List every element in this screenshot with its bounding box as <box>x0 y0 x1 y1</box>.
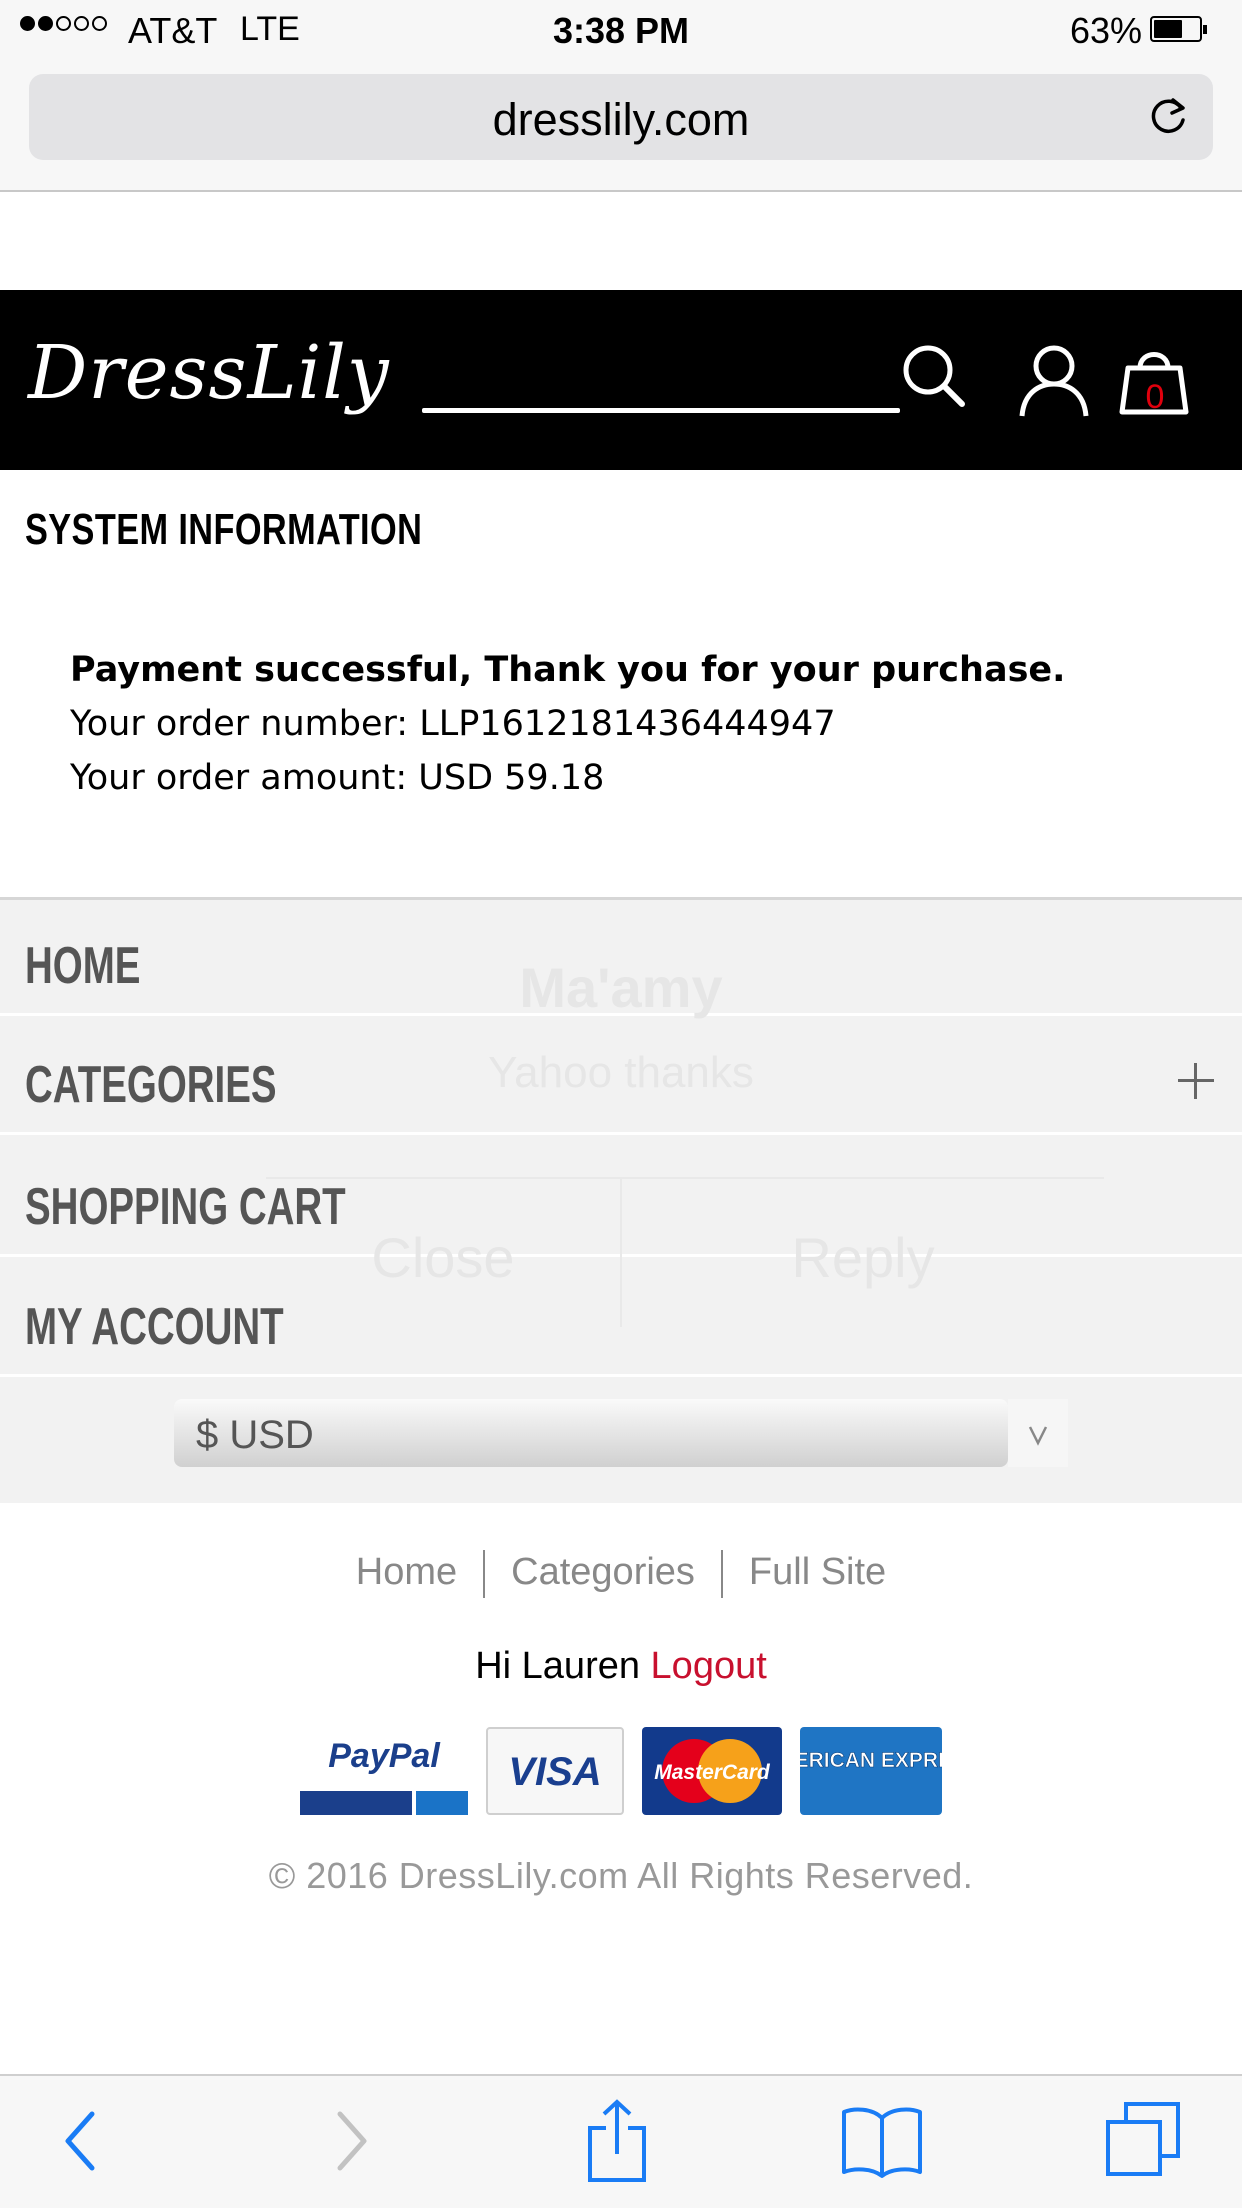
battery-icon <box>1150 16 1207 42</box>
status-time: 3:38 PM <box>552 10 690 51</box>
bookmarks-icon[interactable] <box>840 2104 924 2180</box>
status-bar: AT&T LTE 3:38 PM 63% <box>0 0 1242 64</box>
footer-link-full-site[interactable]: Full Site <box>749 1551 886 1593</box>
visa-logo: VISA <box>486 1727 624 1815</box>
page-title: SYSTEM INFORMATION <box>25 505 423 554</box>
footer-link-home[interactable]: Home <box>356 1551 457 1593</box>
ghost-alert-title: Ma'amy <box>519 956 723 1019</box>
site-logo[interactable]: DressLily <box>28 330 390 416</box>
footer-link-categories[interactable]: Categories <box>511 1551 695 1593</box>
ghost-alert-message: Yahoo thanks <box>488 1048 754 1097</box>
nav-menu: HOME CATEGORIES SHOPPING CART MY ACCOUNT… <box>0 897 1242 1503</box>
currency-select[interactable]: $ USD <box>174 1399 1008 1467</box>
order-amount: Your order amount: USD 59.18 <box>70 758 605 798</box>
site-header: DressLily 0 <box>0 290 1242 470</box>
back-icon[interactable] <box>56 2106 106 2176</box>
battery-percent: 63% <box>1069 10 1142 51</box>
currency-area: $ USD <box>0 1384 1242 1487</box>
paypal-logo-text: PayPal <box>328 1737 441 1775</box>
browser-toolbar <box>0 2074 1242 2208</box>
currency-value: $ USD <box>196 1413 314 1457</box>
footer-links: Home Categories Full Site <box>0 1550 1242 1598</box>
visa-logo-text: VISA <box>508 1750 601 1794</box>
url-text: dresslily.com <box>492 94 750 145</box>
chevron-down-icon <box>1028 1426 1048 1446</box>
greeting-text: Hi Lauren <box>475 1645 640 1687</box>
copyright: © 2016 DressLily.com All Rights Reserved… <box>268 1855 974 1896</box>
amex-logo: AMERICAN EXPRESS <box>762 1727 980 1815</box>
ghost-alert-divider <box>266 1177 1104 1179</box>
user-greeting: Hi Lauren Logout <box>0 1645 1242 1688</box>
tabs-icon[interactable] <box>1104 2100 1184 2180</box>
mastercard-logo: MasterCard <box>642 1727 782 1815</box>
currency-dropdown-toggle[interactable] <box>1008 1399 1068 1467</box>
ghost-reply-button: Reply <box>791 1226 935 1289</box>
ghost-close-button: Close <box>371 1226 515 1289</box>
forward-icon[interactable] <box>326 2106 376 2176</box>
search-icon[interactable] <box>898 340 970 412</box>
menu-item-label: MY ACCOUNT <box>25 1298 284 1356</box>
cart-count-badge: 0 <box>1145 378 1165 416</box>
reload-icon[interactable] <box>1145 94 1191 140</box>
account-icon[interactable] <box>1014 340 1094 420</box>
paypal-logo: PayPal <box>300 1727 468 1815</box>
logout-link[interactable]: Logout <box>651 1645 767 1687</box>
mastercard-logo-text: MasterCard <box>654 1761 771 1784</box>
amex-logo-text: AMERICAN EXPRESS <box>800 1749 942 1772</box>
share-icon[interactable] <box>584 2098 650 2184</box>
order-number: Your order number: LLP1612181436444947 <box>70 704 836 744</box>
search-input[interactable] <box>422 408 900 413</box>
browser-address-area: dresslily.com <box>0 64 1242 192</box>
payment-success-message: Payment successful, Thank you for your p… <box>70 650 1066 690</box>
url-bar[interactable]: dresslily.com <box>29 74 1213 160</box>
